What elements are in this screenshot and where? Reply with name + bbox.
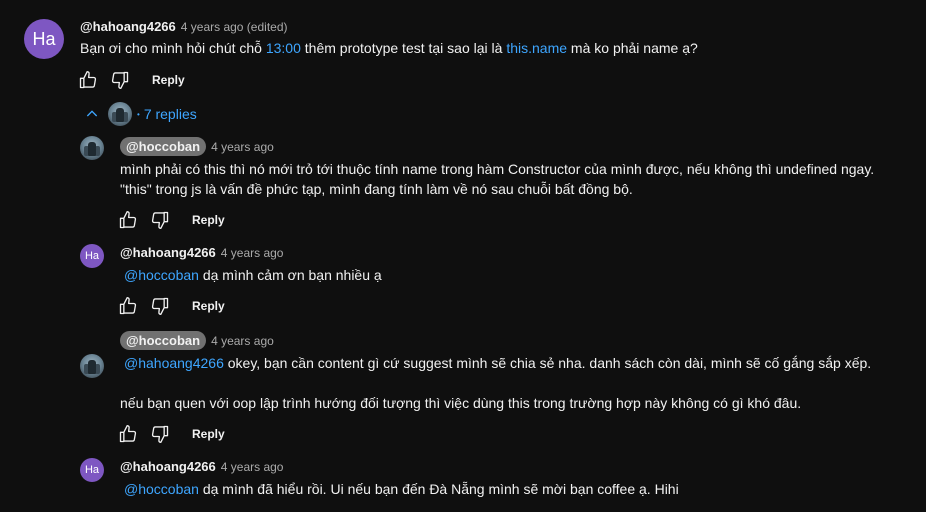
avatar-initials: Ha <box>32 28 56 49</box>
avatar-initials: Ha <box>84 464 100 476</box>
reply-button[interactable]: Reply <box>192 299 225 313</box>
avatar-hahoang4266[interactable]: Ha <box>80 244 104 268</box>
timestamp-link[interactable]: 13:00 <box>266 40 301 56</box>
reply-header: @hahoang4266 4 years ago <box>120 459 283 474</box>
reply-button[interactable]: Reply <box>192 427 225 441</box>
avatar-hahoang4266[interactable]: Ha <box>24 19 64 59</box>
reply-text-line: nếu bạn quen với oop lập trình hướng đối… <box>120 395 802 411</box>
dot-separator-icon: • <box>137 109 140 119</box>
comment-actions: Reply <box>76 68 185 92</box>
avatar-initials: Ha <box>84 250 100 262</box>
reply-header: @hoccoban 4 years ago <box>120 331 274 350</box>
creator-author-badge[interactable]: @hoccoban <box>120 331 207 350</box>
comment-header: @hahoang4266 4 years ago (edited) <box>80 19 288 34</box>
replies-toggle[interactable]: • 7 replies <box>84 102 197 126</box>
creator-author-badge[interactable]: @hoccoban <box>120 137 207 156</box>
like-button[interactable] <box>116 294 140 318</box>
thumbs-up-icon <box>119 211 137 229</box>
thumbs-down-icon <box>151 425 169 443</box>
dislike-button[interactable] <box>108 68 132 92</box>
reply-author[interactable]: @hahoang4266 <box>120 459 216 474</box>
like-button[interactable] <box>76 68 100 92</box>
reply-actions: Reply <box>116 208 225 232</box>
reply-text-line: @hahoang4266 okey, bạn cần content gì cứ… <box>124 353 871 373</box>
reply-text-line: "this" trong js là vấn đề phức tạp, mình… <box>120 181 633 197</box>
comment-text-part: thêm prototype test tại sao lại là <box>300 40 507 56</box>
reply-author[interactable]: @hahoang4266 <box>120 245 216 260</box>
thumbs-down-icon <box>151 211 169 229</box>
comment-timestamp[interactable]: 4 years ago (edited) <box>181 20 288 34</box>
reply-text: @hoccoban dạ mình cảm ơn bạn nhiều ạ <box>124 265 382 285</box>
reply-text-part: dạ mình đã hiểu rồi. Ui nếu bạn đến Đà N… <box>198 481 679 497</box>
like-button[interactable] <box>116 208 140 232</box>
avatar-hoccoban[interactable] <box>80 136 104 160</box>
reply-timestamp[interactable]: 4 years ago <box>211 140 274 154</box>
reply-header: @hoccoban 4 years ago <box>120 137 274 156</box>
comment-text: Bạn ơi cho mình hỏi chút chỗ 13:00 thêm … <box>80 38 698 58</box>
comment-text-part: mà ko phải name ạ? <box>567 40 698 56</box>
reply-text-part: okey, bạn cần content gì cứ suggest mình… <box>223 355 872 371</box>
avatar-hoccoban[interactable] <box>80 354 104 378</box>
like-button[interactable] <box>116 422 140 446</box>
reply-actions: Reply <box>116 422 225 446</box>
thumbs-up-icon <box>119 297 137 315</box>
reply-button[interactable]: Reply <box>192 213 225 227</box>
mention-link[interactable]: @hoccoban <box>124 267 199 283</box>
thumbs-down-icon <box>151 297 169 315</box>
reply-timestamp[interactable]: 4 years ago <box>211 334 274 348</box>
mention-link[interactable]: @hahoang4266 <box>124 355 224 371</box>
dislike-button[interactable] <box>148 422 172 446</box>
replies-count: 7 replies <box>143 106 197 122</box>
chevron-up-icon <box>86 110 98 117</box>
reply-text-part: dạ mình cảm ơn bạn nhiều ạ <box>198 267 382 283</box>
code-link[interactable]: this.name <box>506 40 567 56</box>
comment-text-part: Bạn ơi cho mình hỏi chút chỗ <box>80 40 266 56</box>
reply-timestamp[interactable]: 4 years ago <box>221 460 284 474</box>
replier-avatar <box>108 102 132 126</box>
thumbs-up-icon <box>79 71 97 89</box>
reply-actions: Reply <box>116 294 225 318</box>
thumbs-down-icon <box>111 71 129 89</box>
mention-link[interactable]: @hoccoban <box>124 481 199 497</box>
dislike-button[interactable] <box>148 208 172 232</box>
dislike-button[interactable] <box>148 294 172 318</box>
reply-header: @hahoang4266 4 years ago <box>120 245 283 260</box>
comment-author[interactable]: @hahoang4266 <box>80 19 176 34</box>
reply-timestamp[interactable]: 4 years ago <box>221 246 284 260</box>
thumbs-up-icon <box>119 425 137 443</box>
reply-text-line: mình phải có this thì nó mới trỏ tới thu… <box>120 161 875 177</box>
reply-text: @hoccoban dạ mình đã hiểu rồi. Ui nếu bạ… <box>124 479 679 499</box>
avatar-hahoang4266[interactable]: Ha <box>80 458 104 482</box>
reply-button[interactable]: Reply <box>152 73 185 87</box>
